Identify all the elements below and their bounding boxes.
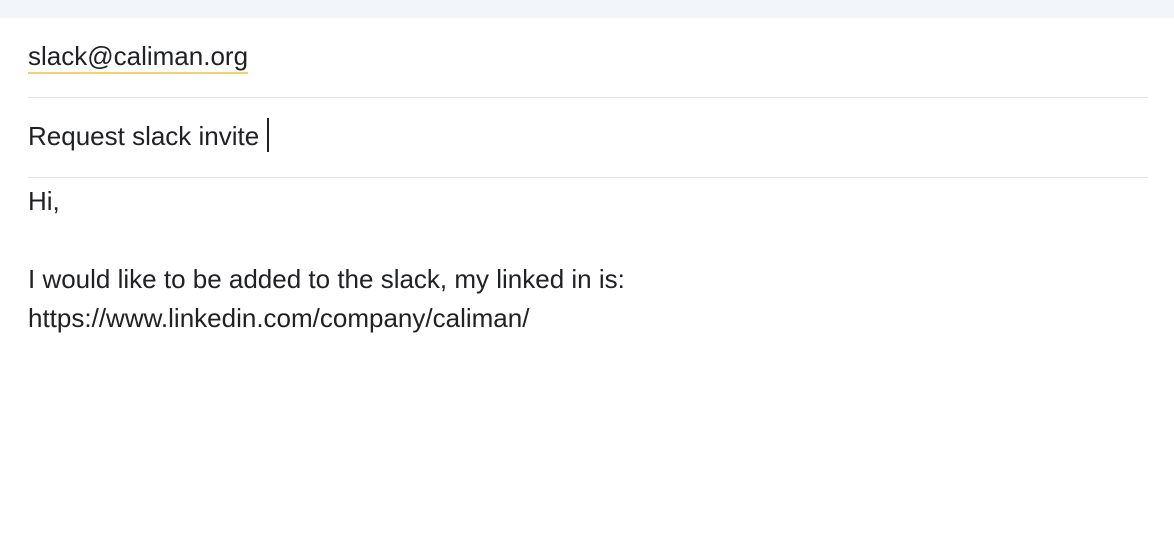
text-cursor: [267, 118, 270, 153]
to-field-row[interactable]: slack@caliman.org: [28, 18, 1148, 98]
body-line-greeting: Hi,: [28, 186, 60, 216]
body-line-link: https://www.linkedin.com/company/caliman…: [28, 303, 530, 333]
recipient-chip[interactable]: slack@caliman.org: [28, 40, 249, 74]
subject-field-row[interactable]: Request slack invite: [28, 98, 1148, 178]
body-line-request: I would like to be added to the slack, m…: [28, 264, 625, 294]
message-body-editor[interactable]: Hi, I would like to be added to the slac…: [28, 182, 1148, 512]
window-top-strip: [0, 0, 1174, 18]
subject-text: Request slack invite: [28, 121, 260, 151]
body-line-blank: [28, 221, 1148, 260]
subject-input[interactable]: Request slack invite: [28, 118, 270, 154]
